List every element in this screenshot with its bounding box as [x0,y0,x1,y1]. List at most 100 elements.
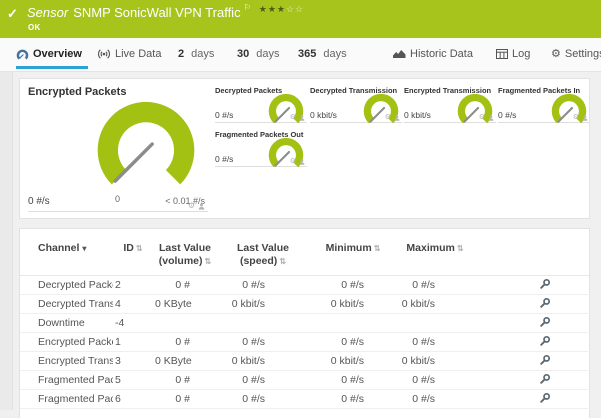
pin-user-icon[interactable] [198,203,205,210]
channel-settings-wrench-icon[interactable] [539,297,551,312]
tab-30-days[interactable]: 30 days [237,48,280,60]
column-label: Maximum [406,242,455,254]
cell-last-value-volume [153,313,217,334]
gear-icon: ⚙ [551,47,561,60]
cell-last-value-volume: 0 # [153,332,217,353]
tab-365-days-unit: days [323,48,347,60]
sort-icon: ⇅ [135,244,143,253]
tab-overview-label: Overview [33,48,82,60]
cell-maximum: 0 kbit/s [397,351,473,372]
gauge-current-value: 0 #/s [498,110,517,120]
sort-icon: ⇅ [204,257,212,267]
gauge-actions: ⚙ [573,114,588,121]
pin-user-icon[interactable] [582,114,588,121]
pin-user-icon[interactable] [299,114,305,121]
gauge-current-value: 0 kbit/s [310,110,337,120]
cell-minimum: 0 kbit/s [309,294,397,315]
column-header-last-value-volume[interactable]: Last Value (volume) ⇅ [153,229,217,277]
cell-id: -4 [113,313,153,334]
tab-2-days[interactable]: 2 days [178,48,214,60]
gauge-gear-icon[interactable]: ⚙ [573,114,579,121]
tab-log[interactable]: Log [496,48,530,60]
table-row[interactable]: Encrypted Packets 1 0 # 0 #/s 0 #/s 0 #/… [20,332,591,353]
tab-historic-data[interactable]: Historic Data [393,48,473,60]
channel-table: Channel ▾ ID ⇅ Last Value (volume) ⇅ Last V… [20,229,591,410]
channel-settings-wrench-icon[interactable] [539,278,551,293]
tab-settings-label: Settings [564,48,601,60]
cell-channel[interactable]: Decrypted Transmi... [20,294,113,315]
sensor-page: ✓ Sensor SNMP SonicWall VPN Traffic ⚐ ★★★☆☆… [0,0,601,418]
broadcast-icon [98,49,110,59]
cell-last-value-speed: 0 #/s [217,332,309,353]
stars-filled[interactable]: ★★★ [259,4,286,14]
cell-channel[interactable]: Fragmented Packe... [20,389,113,410]
column-header-id[interactable]: ID ⇅ [113,229,153,277]
channel-settings-wrench-icon[interactable] [539,392,551,407]
status-ok-check-icon: ✓ [7,6,18,21]
pin-user-icon[interactable] [488,114,494,121]
table-row[interactable]: Downtime -4 [20,313,591,334]
tab-bar: Overview Live Data 2 days 30 days 365 days … [0,38,601,72]
cell-last-value-speed: 0 kbit/s [217,351,309,372]
cell-id: 4 [113,294,153,315]
column-header-maximum[interactable]: Maximum ⇅ [397,229,473,277]
gauge-gear-icon[interactable]: ⚙ [188,202,195,210]
cell-minimum: 0 #/s [309,332,397,353]
tab-365-days[interactable]: 365 days [298,48,347,60]
gauge-gear-icon[interactable]: ⚙ [385,114,391,121]
gauge-current-value: 0 #/s [28,196,50,207]
cell-maximum [397,313,473,334]
cell-channel[interactable]: Encrypted Packets [20,332,113,353]
gauge-actions: ⚙ [188,202,205,210]
cell-actions [473,332,591,353]
pin-user-icon[interactable] [299,158,305,165]
sort-icon: ⇅ [456,244,464,253]
pin-user-icon[interactable] [394,114,400,121]
cell-actions [473,370,591,391]
gauge-actions: ⚙ [479,114,494,121]
column-label: ID [123,242,134,254]
cell-channel[interactable]: Encrypted Transmi... [20,351,113,372]
cell-last-value-speed: 0 #/s [217,275,309,296]
gauge-gear-icon[interactable]: ⚙ [290,158,296,165]
sort-icon: ⇅ [373,244,381,253]
column-header-channel[interactable]: Channel ▾ [20,229,113,277]
cell-minimum: 0 #/s [309,370,397,391]
gauge-current-value: 0 #/s [215,154,234,164]
column-header-minimum[interactable]: Minimum ⇅ [309,229,397,277]
channel-settings-wrench-icon[interactable] [539,354,551,369]
table-row[interactable]: Fragmented Packe... 5 0 # 0 #/s 0 #/s 0 … [20,370,591,391]
table-row[interactable]: Encrypted Transmi... 3 0 KByte 0 kbit/s … [20,351,591,372]
cell-last-value-volume: 0 # [153,389,217,410]
cell-channel[interactable]: Fragmented Packe... [20,370,113,391]
priority-stars[interactable]: ★★★☆☆ [259,4,304,14]
stars-empty[interactable]: ☆☆ [286,4,304,14]
table-row[interactable]: Decrypted Transmi... 4 0 KByte 0 kbit/s … [20,294,591,315]
gauge-gear-icon[interactable]: ⚙ [479,114,485,121]
tab-30-days-unit: days [256,48,280,60]
cell-last-value-volume: 0 KByte [153,351,217,372]
sensor-status-badge: OK [28,23,41,32]
area-chart-icon [393,50,406,58]
channel-settings-wrench-icon[interactable] [539,373,551,388]
tab-settings[interactable]: ⚙ Settings [551,48,601,60]
column-header-last-value-speed[interactable]: Last Value (speed) ⇅ [217,229,309,277]
cell-channel[interactable]: Decrypted Packets [20,275,113,296]
gauge-min-label: 0 [115,194,121,204]
cell-last-value-speed: 0 #/s [217,389,309,410]
priority-flag-icon[interactable]: ⚐ [244,3,251,12]
tab-overview[interactable]: Overview [16,48,82,60]
sensor-title: SNMP SonicWall VPN Traffic [73,5,241,20]
table-row[interactable]: Decrypted Packets 2 0 # 0 #/s 0 #/s 0 #/… [20,275,591,296]
tab-live-data[interactable]: Live Data [97,48,161,60]
cell-actions [473,313,591,334]
channel-settings-wrench-icon[interactable] [539,335,551,350]
cell-minimum: 0 kbit/s [309,351,397,372]
gauge-decrypted-transmission: Decrypted Transmission 0 kbit/s ⚙ [310,85,402,124]
table-row[interactable]: Fragmented Packe... 6 0 # 0 #/s 0 #/s 0 … [20,389,591,410]
cell-actions [473,275,591,296]
column-label: Minimum [325,242,372,254]
cell-channel[interactable]: Downtime [20,313,113,334]
gauge-gear-icon[interactable]: ⚙ [290,114,296,121]
channel-settings-wrench-icon[interactable] [539,316,551,331]
